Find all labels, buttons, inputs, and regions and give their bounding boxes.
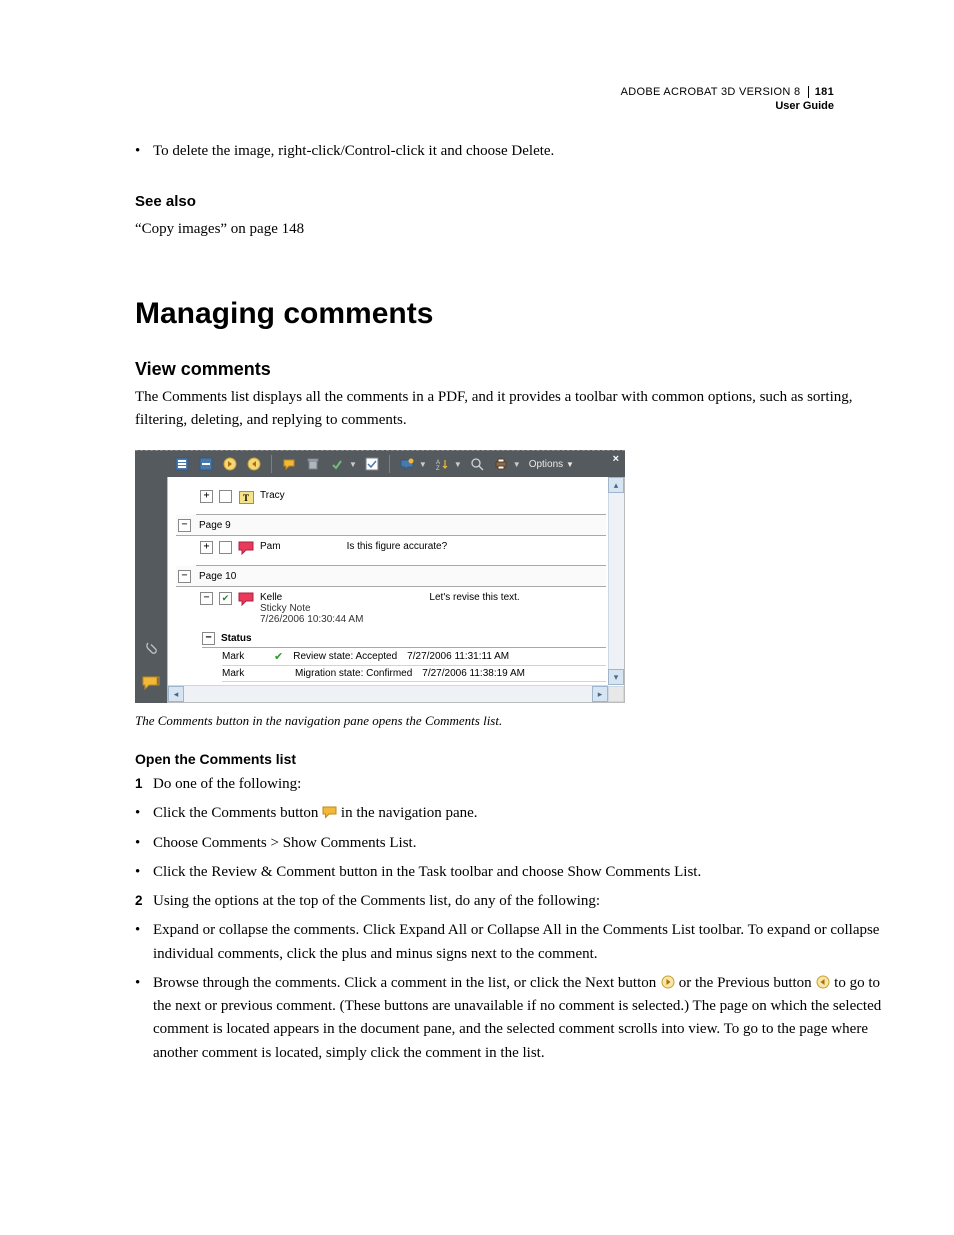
expand-icon[interactable]: + — [200, 490, 213, 503]
collapse-all-icon[interactable] — [197, 455, 215, 473]
collapse-icon[interactable]: − — [178, 570, 191, 583]
bullet-icon: • — [135, 919, 153, 966]
step-bullet-text: Choose Comments > Show Comments List. — [153, 832, 416, 855]
comment-row[interactable]: + Pam Is this figure accurate? — [196, 536, 606, 566]
comment-author: Pam — [260, 541, 281, 552]
collapse-icon[interactable]: − — [202, 632, 215, 645]
print-icon[interactable] — [492, 455, 510, 473]
status-label: Status — [221, 633, 252, 644]
comment-author: Kelle — [260, 592, 363, 603]
search-toolbar-icon[interactable] — [468, 455, 486, 473]
comment-text: Let's revise this text. — [429, 592, 519, 603]
bullet-icon: • — [135, 140, 153, 163]
comment-date: 7/26/2006 10:30:44 AM — [260, 614, 363, 625]
scroll-up-button[interactable]: ▴ — [608, 477, 624, 493]
set-status-icon[interactable] — [328, 455, 346, 473]
comment-row[interactable]: − ✔ Kelle Sticky Note 7/26/2006 10:30:44… — [196, 587, 606, 629]
subsection-heading: View comments — [135, 359, 884, 380]
status-row: Mark Migration state: Confirmed 7/27/200… — [222, 666, 606, 682]
comments-nav-icon[interactable] — [142, 675, 160, 693]
status-group-header[interactable]: − Status — [202, 629, 606, 648]
comments-button-icon — [322, 806, 337, 819]
status-timestamp: 7/27/2006 11:31:11 AM — [407, 651, 509, 662]
previous-button-icon — [815, 975, 830, 988]
step-number: 1 — [135, 773, 153, 796]
accepted-icon: ✔ — [274, 650, 283, 663]
checkbox-checked[interactable]: ✔ — [219, 592, 232, 605]
section-heading: Managing comments — [135, 297, 884, 331]
step-bullet-text: Click the Comments button in the navigat… — [153, 802, 478, 825]
dropdown-icon[interactable]: ▼ — [513, 460, 521, 469]
procedure-heading: Open the Comments list — [135, 751, 884, 767]
delete-icon[interactable] — [304, 455, 322, 473]
sticky-note-icon — [238, 592, 254, 606]
see-also-link[interactable]: “Copy images” on page 148 — [135, 218, 884, 241]
product-name: ADOBE ACROBAT 3D VERSION 8 — [621, 86, 801, 98]
expand-icon[interactable]: + — [200, 541, 213, 554]
collapse-icon[interactable]: − — [178, 519, 191, 532]
navigation-pane — [135, 451, 167, 703]
step-text: Using the options at the top of the Comm… — [153, 890, 600, 913]
next-button-icon — [660, 975, 675, 988]
status-author: Mark — [222, 668, 264, 679]
status-state: Migration state: Confirmed — [295, 668, 412, 679]
attachment-icon[interactable] — [142, 639, 160, 657]
previous-comment-icon[interactable] — [245, 455, 263, 473]
bullet-icon: • — [135, 861, 153, 884]
status-row: Mark ✔ Review state: Accepted 7/27/2006 … — [222, 648, 606, 666]
comments-list-figure: ▼ ▼ AZ ▼ ▼ Options ▼ × ▴ — [135, 450, 625, 703]
scrollbar-corner — [608, 686, 624, 702]
page-number: 181 — [808, 86, 834, 98]
comments-list-body: ▴ ▾ ◂ ▸ + — [167, 477, 625, 703]
dropdown-icon[interactable]: ▼ — [349, 460, 357, 469]
checkbox[interactable] — [219, 541, 232, 554]
view-comments-description: The Comments list displays all the comme… — [135, 386, 884, 433]
status-timestamp: 7/27/2006 11:38:19 AM — [422, 668, 525, 679]
svg-text:T: T — [243, 493, 249, 503]
options-menu[interactable]: Options ▼ — [529, 459, 574, 470]
step-bullet-text: Expand or collapse the comments. Click E… — [153, 919, 884, 966]
comment-type: Sticky Note — [260, 603, 363, 614]
page-header: ADOBE ACROBAT 3D VERSION 8 181 User Guid… — [621, 85, 834, 114]
scroll-left-button[interactable]: ◂ — [168, 686, 184, 702]
scroll-down-button[interactable]: ▾ — [608, 669, 624, 685]
dropdown-icon[interactable]: ▼ — [419, 460, 427, 469]
expand-all-icon[interactable] — [173, 455, 191, 473]
status-state: Review state: Accepted — [293, 651, 397, 662]
page-label: Page 9 — [199, 520, 231, 531]
page-group-header[interactable]: − Page 10 — [176, 566, 606, 587]
step-bullet-text: Browse through the comments. Click a com… — [153, 972, 884, 1065]
page-label: Page 10 — [199, 571, 236, 582]
see-also-heading: See also — [135, 193, 884, 210]
close-icon[interactable]: × — [613, 451, 619, 465]
comment-text: Is this figure accurate? — [347, 541, 448, 552]
checkbox[interactable] — [219, 490, 232, 503]
reply-icon[interactable] — [280, 455, 298, 473]
collapse-icon[interactable]: − — [200, 592, 213, 605]
status-author: Mark — [222, 651, 264, 662]
sort-icon[interactable]: AZ — [433, 455, 451, 473]
text-annotation-icon: T — [238, 490, 254, 504]
page-group-header[interactable]: − Page 9 — [176, 515, 606, 536]
scrollbar-track[interactable] — [608, 493, 624, 669]
comments-toolbar: ▼ ▼ AZ ▼ ▼ Options ▼ × — [167, 451, 625, 477]
svg-text:Z: Z — [436, 466, 440, 471]
step-number: 2 — [135, 890, 153, 913]
comment-row[interactable]: + T Tracy — [196, 485, 606, 515]
comment-author: Tracy — [260, 490, 285, 501]
bullet-icon: • — [135, 802, 153, 825]
step-text: Do one of the following: — [153, 773, 301, 796]
checkmark-icon[interactable] — [363, 455, 381, 473]
scroll-right-button[interactable]: ▸ — [592, 686, 608, 702]
dropdown-icon[interactable]: ▼ — [454, 460, 462, 469]
bullet-icon: • — [135, 972, 153, 1065]
sticky-note-icon — [238, 541, 254, 555]
bullet-icon: • — [135, 832, 153, 855]
header-subtitle: User Guide — [621, 99, 834, 113]
step-bullet-text: Click the Review & Comment button in the… — [153, 861, 701, 884]
show-icon[interactable] — [398, 455, 416, 473]
figure-caption: The Comments button in the navigation pa… — [135, 713, 884, 729]
delete-image-instruction: To delete the image, right-click/Control… — [153, 140, 554, 163]
next-comment-icon[interactable] — [221, 455, 239, 473]
